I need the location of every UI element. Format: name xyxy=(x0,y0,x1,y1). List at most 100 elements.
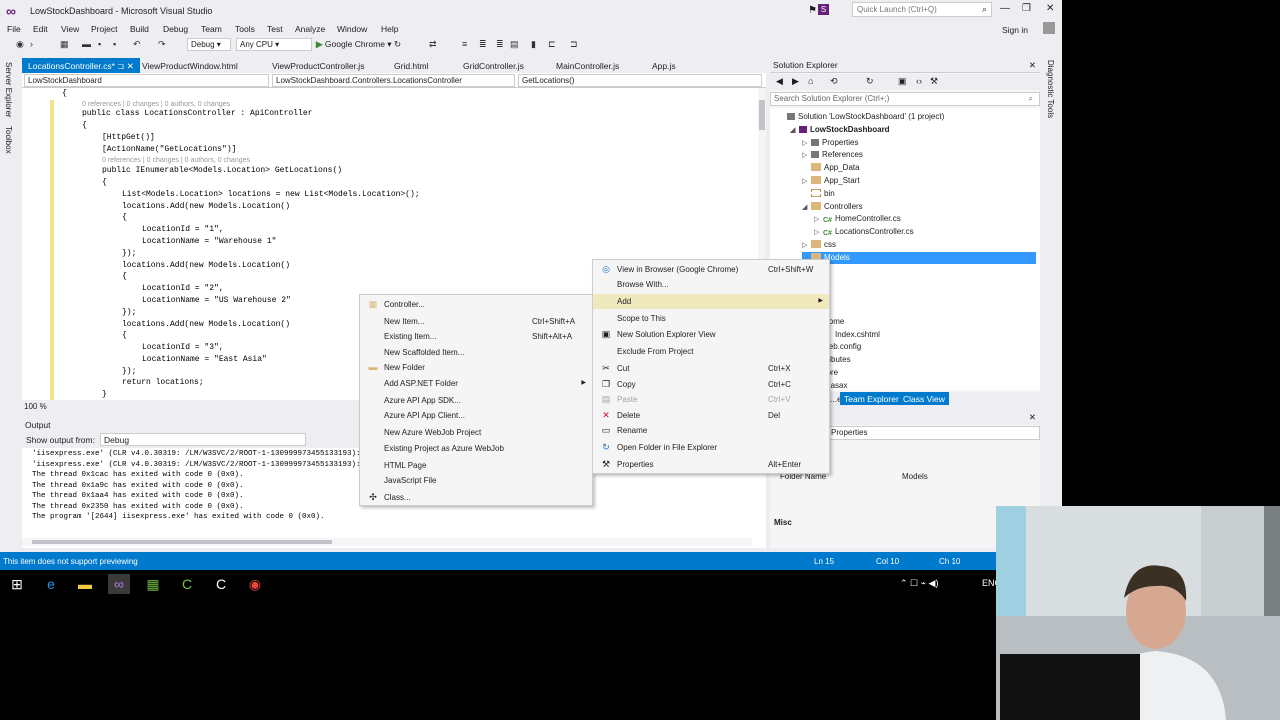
menu-item-copy[interactable]: ❐ Copy Ctrl+C xyxy=(593,377,829,392)
tray-chevron-icon[interactable]: ⌃ ☐ ⌁ ◀) xyxy=(900,578,938,589)
menu-item-add[interactable]: Add ▶ xyxy=(593,294,829,309)
sync-icon[interactable]: ⟲ xyxy=(830,76,838,87)
redo-icon[interactable]: ↷ xyxy=(158,39,166,50)
file-explorer-icon[interactable]: ▬ xyxy=(74,574,96,594)
menu-item-javascript-file[interactable]: JavaScript File xyxy=(360,473,592,488)
tree-item[interactable]: Solution 'LowStockDashboard' (1 project) xyxy=(778,111,944,123)
expand-arrow-icon[interactable]: ▷ xyxy=(802,138,811,150)
tab-team-explorer[interactable]: Team Explorer xyxy=(840,392,903,405)
format-icon[interactable]: ≡ xyxy=(462,39,467,49)
menu-edit[interactable]: Edit xyxy=(33,24,48,34)
feedback-flag-icon[interactable]: ⚑ xyxy=(808,5,817,16)
visual-studio-taskbar-icon[interactable]: ∞ xyxy=(108,574,130,594)
expand-arrow-icon[interactable]: ▷ xyxy=(802,150,811,162)
menu-item-rename[interactable]: ▭ Rename xyxy=(593,423,829,438)
close-panel-icon[interactable]: ✕ xyxy=(1029,60,1036,71)
project-nav-dropdown[interactable]: LowStockDashboard xyxy=(24,74,269,87)
tab-document[interactable]: Grid.html xyxy=(388,58,434,73)
expand-arrow-icon[interactable]: ▷ xyxy=(814,227,823,239)
tab-document[interactable]: App.js xyxy=(646,58,682,73)
show-all-files-icon[interactable]: ▣ xyxy=(898,76,907,87)
notepad-icon[interactable]: C xyxy=(210,574,232,594)
menu-item-cut[interactable]: ✂ Cut Ctrl+X xyxy=(593,361,829,376)
tab-document[interactable]: ViewProductWindow.html xyxy=(136,58,244,73)
tab-class-view[interactable]: Class View xyxy=(899,392,949,405)
expand-arrow-icon[interactable]: ◢ xyxy=(802,202,811,214)
maximize-button[interactable]: ❐ xyxy=(1022,3,1031,14)
menu-tools[interactable]: Tools xyxy=(235,24,255,34)
tab-document[interactable]: MainController.js xyxy=(550,58,625,73)
bookmark-next-icon[interactable]: ⊐ xyxy=(570,39,578,50)
comment-icon[interactable]: ▤ xyxy=(510,39,519,50)
menu-file[interactable]: File xyxy=(7,24,21,34)
back-icon[interactable]: ◉ xyxy=(16,39,24,50)
avatar[interactable] xyxy=(1043,22,1055,34)
menu-item-properties[interactable]: ⚒ Properties Alt+Enter xyxy=(593,457,829,472)
excel-icon[interactable]: ▦ xyxy=(142,574,164,594)
menu-team[interactable]: Team xyxy=(201,24,222,34)
menu-item-new-scaffolded-item[interactable]: New Scaffolded Item... xyxy=(360,345,592,360)
menu-view[interactable]: View xyxy=(61,24,79,34)
solution-config-dropdown[interactable]: Debug ▾ xyxy=(187,38,231,51)
tab-document[interactable]: GridController.js xyxy=(457,58,530,73)
server-explorer-tab[interactable]: Server Explorer xyxy=(4,62,13,118)
tab-document[interactable]: LocationsController.cs* ⊐ ✕ xyxy=(22,58,140,73)
menu-test[interactable]: Test xyxy=(267,24,283,34)
menu-item-open-folder-in-file-explorer[interactable]: ↻ Open Folder in File Explorer xyxy=(593,440,829,455)
outdent-icon[interactable]: ≣ xyxy=(496,39,504,50)
member-nav-dropdown[interactable]: GetLocations() xyxy=(518,74,762,87)
zoom-level[interactable]: 100 % xyxy=(24,402,47,411)
menu-item-view-in-browser-google-chrome[interactable]: ◎ View in Browser (Google Chrome) Ctrl+Shi… xyxy=(593,262,829,277)
home-icon[interactable]: ⌂ xyxy=(808,76,813,86)
menu-item-scope-to-this[interactable]: Scope to This xyxy=(593,311,829,326)
menu-item-paste[interactable]: ▤ Paste Ctrl+V xyxy=(593,392,829,407)
menu-item-new-folder[interactable]: ▬ New Folder xyxy=(360,360,592,375)
tree-item[interactable]: ▷ References xyxy=(802,149,863,161)
chrome-icon[interactable]: ◉ xyxy=(244,574,266,594)
close-panel-icon[interactable]: ✕ xyxy=(1029,412,1036,423)
quick-launch-input[interactable]: Quick Launch (Ctrl+Q) ⌕ xyxy=(852,2,992,17)
expand-arrow-icon[interactable]: ▷ xyxy=(802,176,811,188)
tree-item[interactable]: ▷ C# HomeController.cs xyxy=(814,213,901,225)
menu-item-html-page[interactable]: HTML Page xyxy=(360,458,592,473)
tree-item[interactable]: ▷ App_Start xyxy=(802,175,860,187)
back-icon[interactable]: ◀ xyxy=(776,76,783,87)
tree-item[interactable]: Models xyxy=(802,251,1036,264)
output-horizontal-scrollbar[interactable] xyxy=(22,538,752,546)
menu-item-new-solution-explorer-view[interactable]: ▣ New Solution Explorer View xyxy=(593,327,829,342)
menu-item-existing-project-as-azure-webjob[interactable]: Existing Project as Azure WebJob xyxy=(360,441,592,456)
menu-debug[interactable]: Debug xyxy=(163,24,188,34)
new-project-icon[interactable]: ▦ xyxy=(60,39,69,50)
menu-item-new-item[interactable]: New Item... Ctrl+Shift+A xyxy=(360,314,592,329)
tree-item[interactable]: bin xyxy=(802,188,835,200)
menu-help[interactable]: Help xyxy=(381,24,398,34)
tree-item[interactable]: ▷ C# LocationsController.cs xyxy=(814,226,914,238)
property-value[interactable]: Models xyxy=(902,472,928,481)
step-icon[interactable]: ⇄ xyxy=(429,39,437,50)
tree-item[interactable]: App_Data xyxy=(802,162,860,174)
windows-start-icon[interactable]: ⊞ xyxy=(6,574,28,594)
close-tab-icon[interactable]: ⊐ ✕ xyxy=(115,61,134,71)
sign-in-link[interactable]: Sign in xyxy=(1002,25,1028,35)
refresh-icon[interactable]: ↻ xyxy=(394,39,401,49)
menu-item-browse-with[interactable]: Browse With... xyxy=(593,277,829,292)
bookmark-prev-icon[interactable]: ⊏ xyxy=(548,39,556,50)
tree-item[interactable]: ▷ Properties xyxy=(802,137,858,149)
output-source-dropdown[interactable]: Debug xyxy=(100,433,306,446)
refresh-icon[interactable]: ↻ xyxy=(866,76,874,87)
menu-build[interactable]: Build xyxy=(130,24,149,34)
view-code-icon[interactable]: ‹› xyxy=(916,76,922,86)
expand-arrow-icon[interactable]: ▷ xyxy=(814,214,823,226)
tab-document[interactable]: ViewProductController.js xyxy=(266,58,370,73)
forward-icon[interactable]: › xyxy=(30,39,33,49)
toolbox-tab[interactable]: Toolbox xyxy=(4,126,13,154)
class-nav-dropdown[interactable]: LowStockDashboard.Controllers.LocationsC… xyxy=(272,74,515,87)
menu-item-azure-api-app-client[interactable]: Azure API App Client... xyxy=(360,408,592,423)
save-all-icon[interactable]: ▪ xyxy=(113,39,116,49)
menu-item-add-asp-net-folder[interactable]: Add ASP.NET Folder ▶ xyxy=(360,376,592,391)
menu-item-controller[interactable]: ▦ Controller... xyxy=(360,297,592,312)
menu-item-class[interactable]: ✣ Class... xyxy=(360,490,592,505)
forward-icon[interactable]: ▶ xyxy=(792,76,799,87)
notifications-icon[interactable]: S xyxy=(818,4,829,15)
menu-window[interactable]: Window xyxy=(337,24,367,34)
